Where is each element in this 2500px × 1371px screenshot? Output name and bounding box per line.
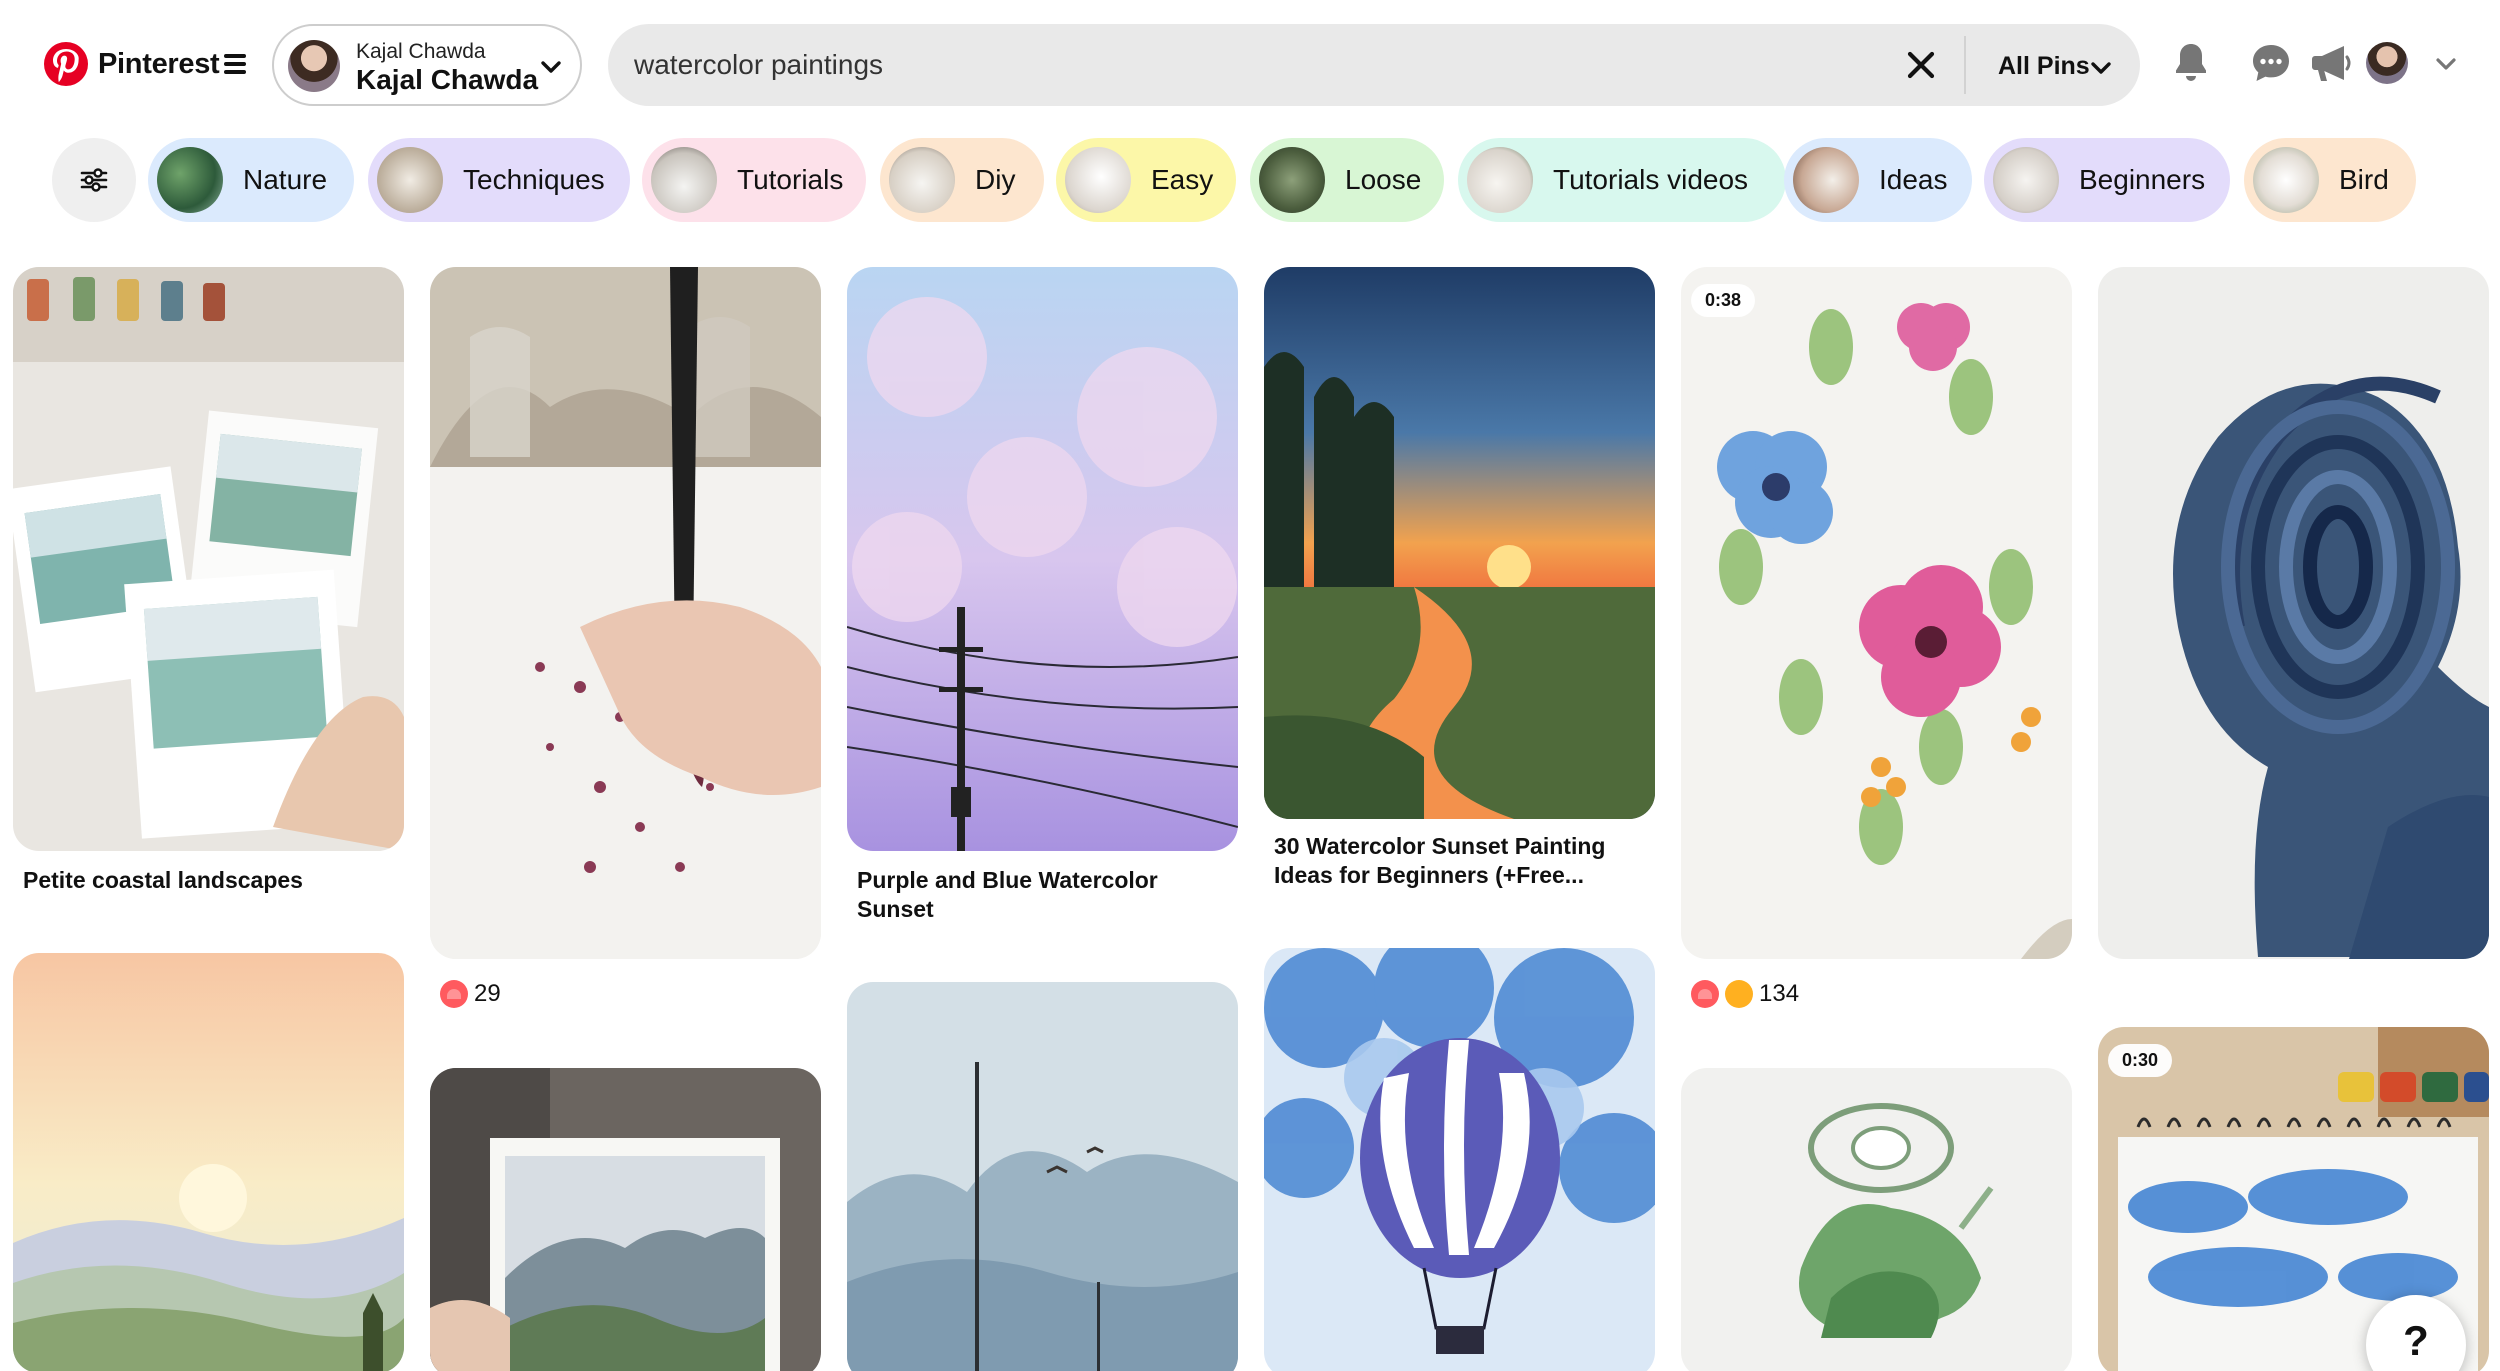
- chip-thumbnail: [1993, 147, 2059, 213]
- filter-chip-tutorials[interactable]: Tutorials: [642, 138, 866, 222]
- filter-chip-easy[interactable]: Easy: [1056, 138, 1236, 222]
- chip-thumbnail: [889, 147, 955, 213]
- pin-image-sunrise-hills[interactable]: [13, 953, 404, 1371]
- search-divider: [1964, 36, 1966, 94]
- pin-image-hot-air-balloon[interactable]: [1264, 948, 1655, 1371]
- chip-thumbnail: [1793, 147, 1859, 213]
- account-menu-chevron-icon[interactable]: [2434, 52, 2458, 76]
- chip-thumbnail: [1259, 147, 1325, 213]
- chip-thumbnail: [651, 147, 717, 213]
- pin-reactions: 134: [1691, 980, 1799, 1008]
- chip-label: Tutorials: [737, 164, 844, 195]
- top-header: Pinterest Kajal Chawda Kajal Chawda All …: [0, 0, 2500, 130]
- account-switcher[interactable]: Kajal Chawda Kajal Chawda: [272, 24, 582, 106]
- search-scope-dropdown[interactable]: All Pins: [1998, 52, 2090, 81]
- account-name: Kajal Chawda: [356, 64, 539, 95]
- pin-video-watercolor-flowers[interactable]: [1681, 267, 2072, 959]
- pin-title[interactable]: Purple and Blue Watercolor Sunset: [857, 866, 1237, 924]
- filter-chip-techniques[interactable]: Techniques: [368, 138, 630, 222]
- pin-image-blue-abstract-face[interactable]: [2098, 267, 2489, 959]
- pin-title[interactable]: Petite coastal landscapes: [23, 866, 403, 895]
- filter-chip-ideas[interactable]: Ideas: [1784, 138, 1972, 222]
- updates-megaphone-icon[interactable]: [2308, 40, 2354, 86]
- pin-image-coastal-landscapes[interactable]: [13, 267, 404, 851]
- pin-image-purple-sunset[interactable]: [847, 267, 1238, 851]
- chevron-down-icon: [541, 61, 561, 73]
- pin-image-brush-painting-flowers[interactable]: [430, 267, 821, 959]
- notifications-bell-icon[interactable]: [2168, 40, 2214, 86]
- search-input[interactable]: [634, 42, 1864, 88]
- chip-thumbnail: [1467, 147, 1533, 213]
- filter-chip-tutorials-videos[interactable]: Tutorials videos: [1458, 138, 1786, 222]
- filter-chip-loose[interactable]: Loose: [1250, 138, 1444, 222]
- pin-image-mountain-card[interactable]: [430, 1068, 821, 1371]
- chip-thumbnail: [2253, 147, 2319, 213]
- hamburger-menu-icon[interactable]: [224, 54, 246, 74]
- profile-avatar[interactable]: [2366, 42, 2408, 84]
- reaction-count: 134: [1759, 980, 1800, 1007]
- filter-sliders-button[interactable]: [52, 138, 136, 222]
- pin-reactions: 29: [440, 980, 501, 1008]
- chip-label: Nature: [243, 164, 328, 195]
- filter-chip-diy[interactable]: Diy: [880, 138, 1044, 222]
- messages-icon[interactable]: [2248, 40, 2294, 86]
- chip-label: Bird: [2339, 164, 2389, 195]
- chip-label: Easy: [1151, 164, 1214, 195]
- heart-reaction-icon: [1691, 980, 1719, 1008]
- chip-label: Diy: [975, 164, 1016, 195]
- pin-image-green-figure[interactable]: [1681, 1068, 2072, 1371]
- chip-thumbnail: [1065, 147, 1131, 213]
- help-question-icon: ?: [2403, 1317, 2429, 1364]
- clear-search-icon[interactable]: [1904, 48, 1938, 82]
- filter-chip-beginners[interactable]: Beginners: [1984, 138, 2230, 222]
- sliders-icon: [80, 168, 108, 192]
- heart-reaction-icon: [440, 980, 468, 1008]
- brand-name[interactable]: Pinterest: [98, 48, 220, 81]
- pin-image-river-sunset[interactable]: [1264, 267, 1655, 819]
- chip-label: Loose: [1345, 164, 1422, 195]
- chip-label: Ideas: [1879, 164, 1948, 195]
- pinterest-logo-icon[interactable]: [44, 42, 88, 86]
- reaction-count: 29: [474, 980, 501, 1007]
- chip-thumbnail: [377, 147, 443, 213]
- filter-chip-bird[interactable]: Bird: [2244, 138, 2416, 222]
- video-duration-badge: 0:30: [2108, 1044, 2173, 1077]
- chip-label: Tutorials videos: [1553, 164, 1749, 195]
- pin-image-sailboat-mist[interactable]: [847, 982, 1238, 1371]
- chip-label: Techniques: [463, 164, 605, 195]
- chip-thumbnail: [157, 147, 223, 213]
- filter-chip-nature[interactable]: Nature: [148, 138, 354, 222]
- account-small-name: Kajal Chawda: [356, 40, 486, 63]
- video-duration-badge: 0:38: [1691, 284, 1756, 317]
- wow-reaction-icon: [1725, 980, 1753, 1008]
- account-avatar: [288, 40, 340, 92]
- search-bar: All Pins: [608, 24, 2140, 106]
- chevron-down-icon[interactable]: [2090, 58, 2112, 78]
- chip-label: Beginners: [2079, 164, 2206, 195]
- pin-title[interactable]: 30 Watercolor Sunset Painting Ideas for …: [1274, 832, 1654, 890]
